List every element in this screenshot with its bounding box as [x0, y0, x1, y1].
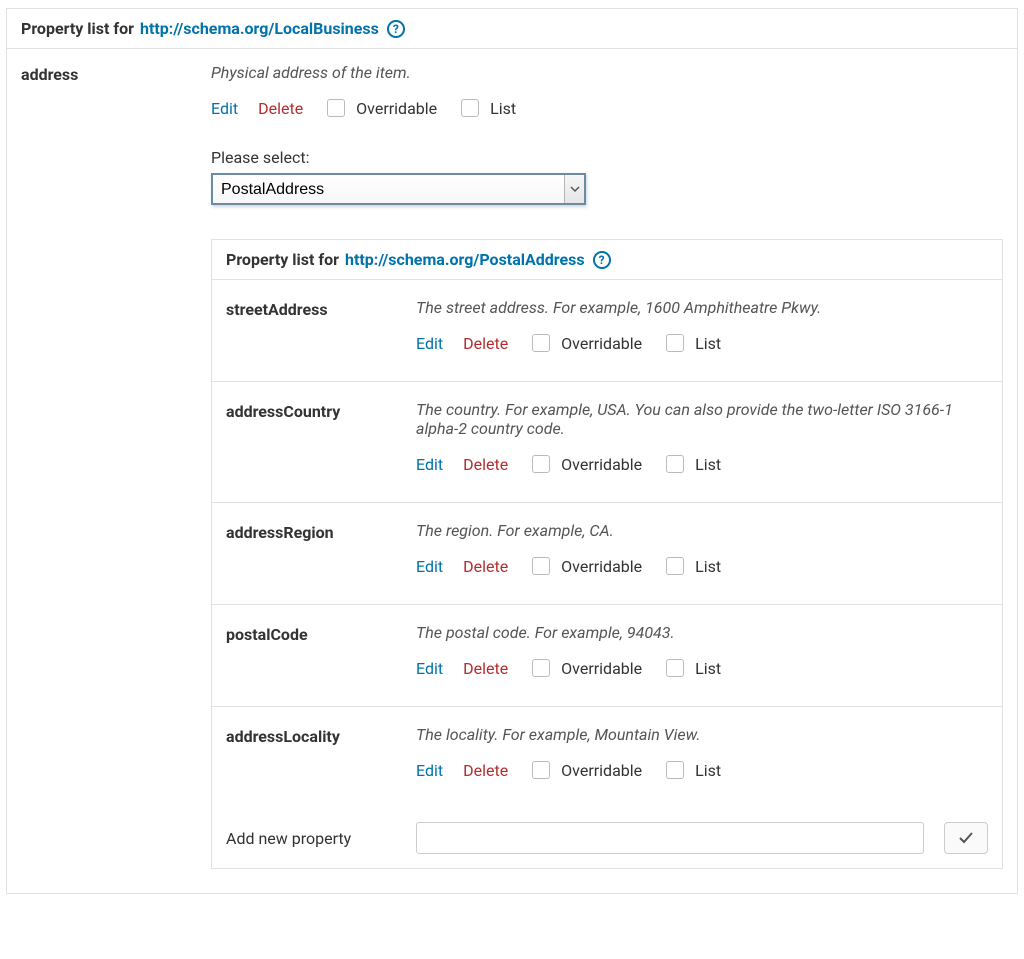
panel-header: Property list for http://schema.org/Loca… — [7, 9, 1017, 49]
list-checkbox[interactable] — [461, 99, 479, 117]
overridable-checkbox[interactable] — [532, 334, 550, 352]
overridable-label: Overridable — [561, 334, 642, 353]
edit-link[interactable]: Edit — [416, 334, 443, 353]
list-group[interactable]: List — [457, 96, 516, 120]
overridable-group[interactable]: Overridable — [528, 758, 642, 782]
property-description: The locality. For example, Mountain View… — [416, 725, 988, 744]
property-actions: Edit Delete Overridable List — [416, 656, 988, 680]
list-group[interactable]: List — [662, 331, 721, 355]
panel-title-link[interactable]: http://schema.org/LocalBusiness — [140, 19, 379, 38]
add-property-button[interactable] — [944, 822, 988, 854]
property-name: addressRegion — [226, 521, 396, 578]
property-actions: Edit Delete Overridable List — [416, 758, 988, 782]
property-description: The postal code. For example, 94043. — [416, 623, 988, 642]
property-body: The locality. For example, Mountain View… — [416, 725, 988, 782]
property-name: addressCountry — [226, 400, 396, 476]
property-actions: Edit Delete Overridable List — [211, 96, 1003, 120]
list-label: List — [695, 659, 721, 678]
list-label: List — [695, 557, 721, 576]
add-property-label: Add new property — [226, 829, 396, 848]
property-name: address — [21, 63, 191, 869]
edit-link[interactable]: Edit — [416, 557, 443, 576]
overridable-checkbox[interactable] — [532, 557, 550, 575]
add-property-row: Add new property — [212, 808, 1002, 868]
list-group[interactable]: List — [662, 656, 721, 680]
delete-link[interactable]: Delete — [463, 659, 508, 678]
overridable-label: Overridable — [561, 557, 642, 576]
list-checkbox[interactable] — [666, 659, 684, 677]
property-body: The country. For example, USA. You can a… — [416, 400, 988, 476]
delete-link[interactable]: Delete — [463, 761, 508, 780]
property-body: The region. For example, CA. Edit Delete… — [416, 521, 988, 578]
overridable-group[interactable]: Overridable — [323, 96, 437, 120]
nested-panel-header: Property list for http://schema.org/Post… — [212, 240, 1002, 280]
type-select-wrap: PostalAddress — [211, 173, 586, 205]
help-icon[interactable]: ? — [387, 20, 405, 38]
nested-title-link[interactable]: http://schema.org/PostalAddress — [345, 250, 585, 269]
list-group[interactable]: List — [662, 554, 721, 578]
list-group[interactable]: List — [662, 452, 721, 476]
list-checkbox[interactable] — [666, 334, 684, 352]
select-label: Please select: — [211, 148, 1003, 167]
property-description: The country. For example, USA. You can a… — [416, 400, 988, 438]
property-body: Physical address of the item. Edit Delet… — [211, 63, 1003, 869]
overridable-group[interactable]: Overridable — [528, 656, 642, 680]
property-row: streetAddress The street address. For ex… — [212, 280, 1002, 382]
property-name: streetAddress — [226, 298, 396, 355]
property-description: The street address. For example, 1600 Am… — [416, 298, 988, 317]
delete-link[interactable]: Delete — [463, 557, 508, 576]
list-label: List — [695, 334, 721, 353]
property-actions: Edit Delete Overridable List — [416, 554, 988, 578]
property-row: addressLocality The locality. For exampl… — [212, 707, 1002, 808]
property-row: postalCode The postal code. For example,… — [212, 605, 1002, 707]
overridable-checkbox[interactable] — [532, 455, 550, 473]
property-description: Physical address of the item. — [211, 63, 1003, 82]
property-row: addressCountry The country. For example,… — [212, 382, 1002, 503]
delete-link[interactable]: Delete — [463, 455, 508, 474]
property-list-panel: Property list for http://schema.org/Loca… — [6, 8, 1018, 894]
property-actions: Edit Delete Overridable List — [416, 331, 988, 355]
edit-link[interactable]: Edit — [416, 659, 443, 678]
add-property-input[interactable] — [416, 822, 924, 854]
property-description: The region. For example, CA. — [416, 521, 988, 540]
overridable-checkbox[interactable] — [327, 99, 345, 117]
list-checkbox[interactable] — [666, 557, 684, 575]
overridable-label: Overridable — [561, 761, 642, 780]
overridable-group[interactable]: Overridable — [528, 452, 642, 476]
overridable-label: Overridable — [561, 659, 642, 678]
property-name: postalCode — [226, 623, 396, 680]
property-body: The postal code. For example, 94043. Edi… — [416, 623, 988, 680]
list-label: List — [695, 455, 721, 474]
overridable-checkbox[interactable] — [532, 761, 550, 779]
list-checkbox[interactable] — [666, 761, 684, 779]
list-label: List — [695, 761, 721, 780]
edit-link[interactable]: Edit — [211, 99, 238, 118]
overridable-checkbox[interactable] — [532, 659, 550, 677]
delete-link[interactable]: Delete — [463, 334, 508, 353]
overridable-group[interactable]: Overridable — [528, 331, 642, 355]
property-row: addressRegion The region. For example, C… — [212, 503, 1002, 605]
list-group[interactable]: List — [662, 758, 721, 782]
property-name: addressLocality — [226, 725, 396, 782]
property-body: The street address. For example, 1600 Am… — [416, 298, 988, 355]
type-select[interactable]: PostalAddress — [211, 173, 586, 205]
nested-property-list-panel: Property list for http://schema.org/Post… — [211, 239, 1003, 869]
overridable-label: Overridable — [561, 455, 642, 474]
list-label: List — [490, 99, 516, 118]
nested-title-prefix: Property list for — [226, 250, 339, 269]
overridable-group[interactable]: Overridable — [528, 554, 642, 578]
delete-link[interactable]: Delete — [258, 99, 303, 118]
panel-title-prefix: Property list for — [21, 19, 134, 38]
check-icon — [958, 830, 974, 846]
property-row-address: address Physical address of the item. Ed… — [7, 49, 1017, 893]
help-icon[interactable]: ? — [593, 251, 611, 269]
list-checkbox[interactable] — [666, 455, 684, 473]
overridable-label: Overridable — [356, 99, 437, 118]
edit-link[interactable]: Edit — [416, 761, 443, 780]
edit-link[interactable]: Edit — [416, 455, 443, 474]
property-actions: Edit Delete Overridable List — [416, 452, 988, 476]
